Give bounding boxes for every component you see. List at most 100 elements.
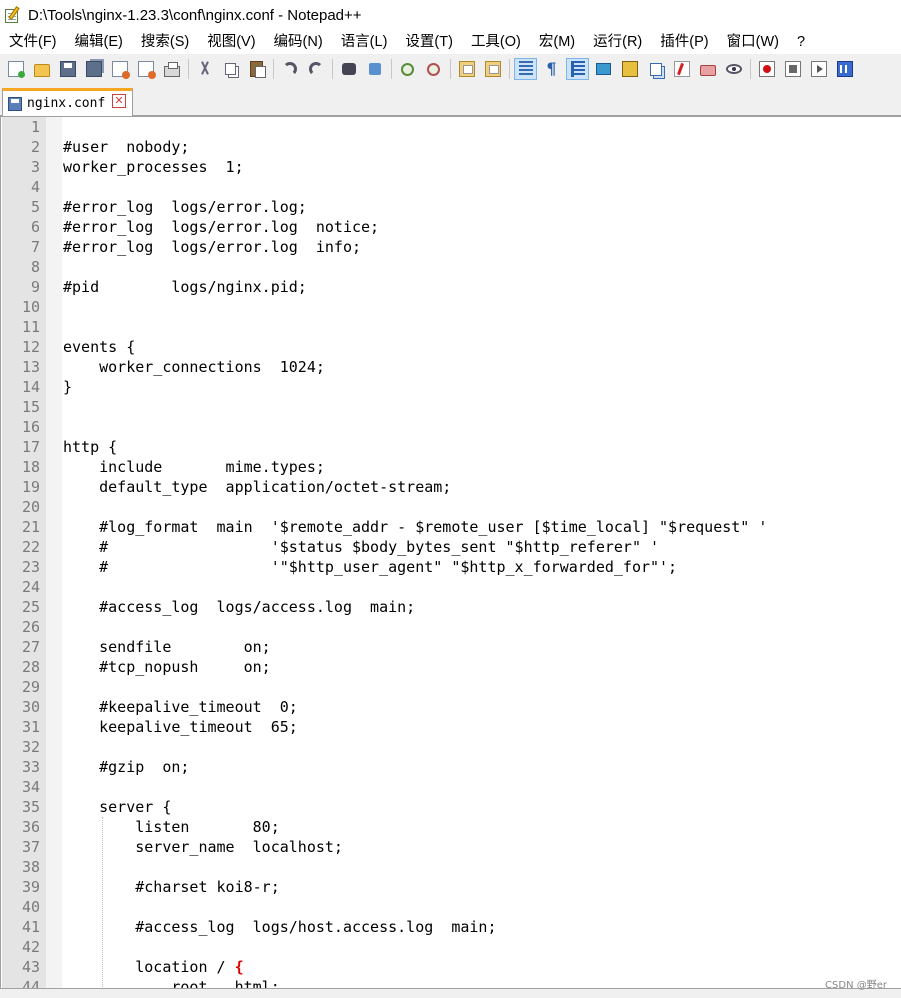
- line-number: 8: [30, 258, 40, 276]
- find-button[interactable]: [337, 58, 360, 80]
- menu-item[interactable]: 宏(M): [530, 30, 584, 54]
- line-number: 32: [21, 738, 40, 756]
- word-wrap-button[interactable]: [514, 58, 537, 80]
- tab-nginx-conf[interactable]: nginx.conf ✕: [2, 88, 133, 116]
- monitoring-icon: [725, 64, 742, 74]
- replace-button[interactable]: [363, 58, 386, 80]
- copy-button[interactable]: [219, 58, 242, 80]
- line-number: 43: [21, 958, 40, 976]
- code-line: 19 default_type application/octet-stream…: [1, 477, 901, 497]
- project-button[interactable]: [696, 58, 719, 80]
- user-language-button[interactable]: [592, 58, 615, 80]
- menu-item[interactable]: 视图(V): [198, 30, 264, 54]
- tab-close-icon[interactable]: ✕: [112, 94, 126, 108]
- code-line: 7 #error_log logs/error.log info;: [1, 237, 901, 257]
- code-line: 2 #user nobody;: [1, 137, 901, 157]
- document-map-button[interactable]: [618, 58, 641, 80]
- horizontal-scrollbar[interactable]: [0, 988, 901, 998]
- menu-item[interactable]: 工具(O): [462, 30, 530, 54]
- print-icon: [163, 61, 180, 77]
- print-button[interactable]: [160, 58, 183, 80]
- code-line: 11: [1, 317, 901, 337]
- code-line: 42: [1, 937, 901, 957]
- line-number: 25: [21, 598, 40, 616]
- line-number: 13: [21, 358, 40, 376]
- run-macro-multiple-button[interactable]: [833, 58, 856, 80]
- editor-area[interactable]: 1 2 #user nobody; 3 worker_processes 1; 4 5 #er…: [0, 116, 901, 988]
- close-icon: [111, 61, 130, 79]
- code-line: 15: [1, 397, 901, 417]
- code-line: 29: [1, 677, 901, 697]
- menu-item[interactable]: 编码(N): [265, 30, 332, 54]
- line-number: 17: [21, 438, 40, 456]
- record-macro-button[interactable]: [755, 58, 778, 80]
- line-number: 2: [30, 138, 40, 156]
- code-line: 36 listen 80;: [1, 817, 901, 837]
- toolbar-separator: [509, 59, 510, 79]
- code-text: listen 80;: [63, 818, 280, 836]
- code-line: 39 #charset koi8-r;: [1, 877, 901, 897]
- code-line: 25 #access_log logs/access.log main;: [1, 597, 901, 617]
- line-number: 5: [30, 198, 40, 216]
- paste-button[interactable]: [245, 58, 268, 80]
- code-line: 16: [1, 417, 901, 437]
- cut-button[interactable]: [193, 58, 216, 80]
- copy-icon: [225, 63, 236, 75]
- save-button[interactable]: [56, 58, 79, 80]
- save-all-button[interactable]: [82, 58, 105, 80]
- menu-item[interactable]: 编辑(E): [66, 30, 132, 54]
- line-number: 23: [21, 558, 40, 576]
- code-text: http {: [63, 438, 118, 456]
- code-text: #access_log logs/host.access.log main;: [63, 918, 497, 936]
- menu-item[interactable]: 文件(F): [0, 30, 66, 54]
- redo-button[interactable]: [304, 58, 327, 80]
- zoom-in-button[interactable]: [396, 58, 419, 80]
- stop-record-button[interactable]: [781, 58, 804, 80]
- stop-record-icon: [784, 61, 801, 77]
- title-bar: D:\Tools\nginx-1.23.3\conf\nginx.conf - …: [0, 0, 901, 30]
- new-file-button[interactable]: [4, 58, 27, 80]
- function-list-button[interactable]: [644, 58, 667, 80]
- code-line: 32: [1, 737, 901, 757]
- user-language-icon: [596, 63, 611, 75]
- zoom-out-button[interactable]: [422, 58, 445, 80]
- new-file-icon: [7, 61, 25, 78]
- sync-horizontal-icon: [484, 61, 501, 77]
- sync-vertical-button[interactable]: [455, 58, 478, 80]
- code-line: 30 #keepalive_timeout 0;: [1, 697, 901, 717]
- open-file-button[interactable]: [30, 58, 53, 80]
- menu-item[interactable]: 运行(R): [584, 30, 651, 54]
- play-macro-button[interactable]: [807, 58, 830, 80]
- line-number: 34: [21, 778, 40, 796]
- menu-item[interactable]: ?: [788, 30, 814, 54]
- menu-item[interactable]: 插件(P): [651, 30, 717, 54]
- close-all-button[interactable]: [134, 58, 157, 80]
- folder-as-workspace-button[interactable]: [670, 58, 693, 80]
- code-text: #log_format main '$remote_addr - $remote…: [63, 518, 768, 536]
- indent-guide: [102, 817, 103, 988]
- code-line: 43 location / {: [1, 957, 901, 977]
- code-text: }: [63, 378, 73, 396]
- toolbar: ¶: [0, 54, 901, 84]
- menu-item[interactable]: 语言(L): [332, 30, 397, 54]
- undo-button[interactable]: [278, 58, 301, 80]
- indent-guide-button[interactable]: [566, 58, 589, 80]
- sync-horizontal-button[interactable]: [481, 58, 504, 80]
- show-all-chars-icon: ¶: [546, 59, 557, 78]
- menu-item[interactable]: 搜索(S): [132, 30, 198, 54]
- line-number: 24: [21, 578, 40, 596]
- code-text: #charset koi8-r;: [63, 878, 280, 896]
- show-all-chars-button[interactable]: ¶: [540, 58, 563, 80]
- line-number: 7: [30, 238, 40, 256]
- menu-item[interactable]: 设置(T): [396, 30, 462, 54]
- line-number: 3: [30, 158, 40, 176]
- code-text: #error_log logs/error.log;: [63, 198, 307, 216]
- monitoring-button[interactable]: [722, 58, 745, 80]
- code-line: 3 worker_processes 1;: [1, 157, 901, 177]
- close-button[interactable]: [108, 58, 131, 80]
- undo-icon: [282, 62, 297, 76]
- folder-as-workspace-icon: [673, 61, 690, 77]
- code-line: 10: [1, 297, 901, 317]
- line-number: 31: [21, 718, 40, 736]
- menu-item[interactable]: 窗口(W): [718, 30, 788, 54]
